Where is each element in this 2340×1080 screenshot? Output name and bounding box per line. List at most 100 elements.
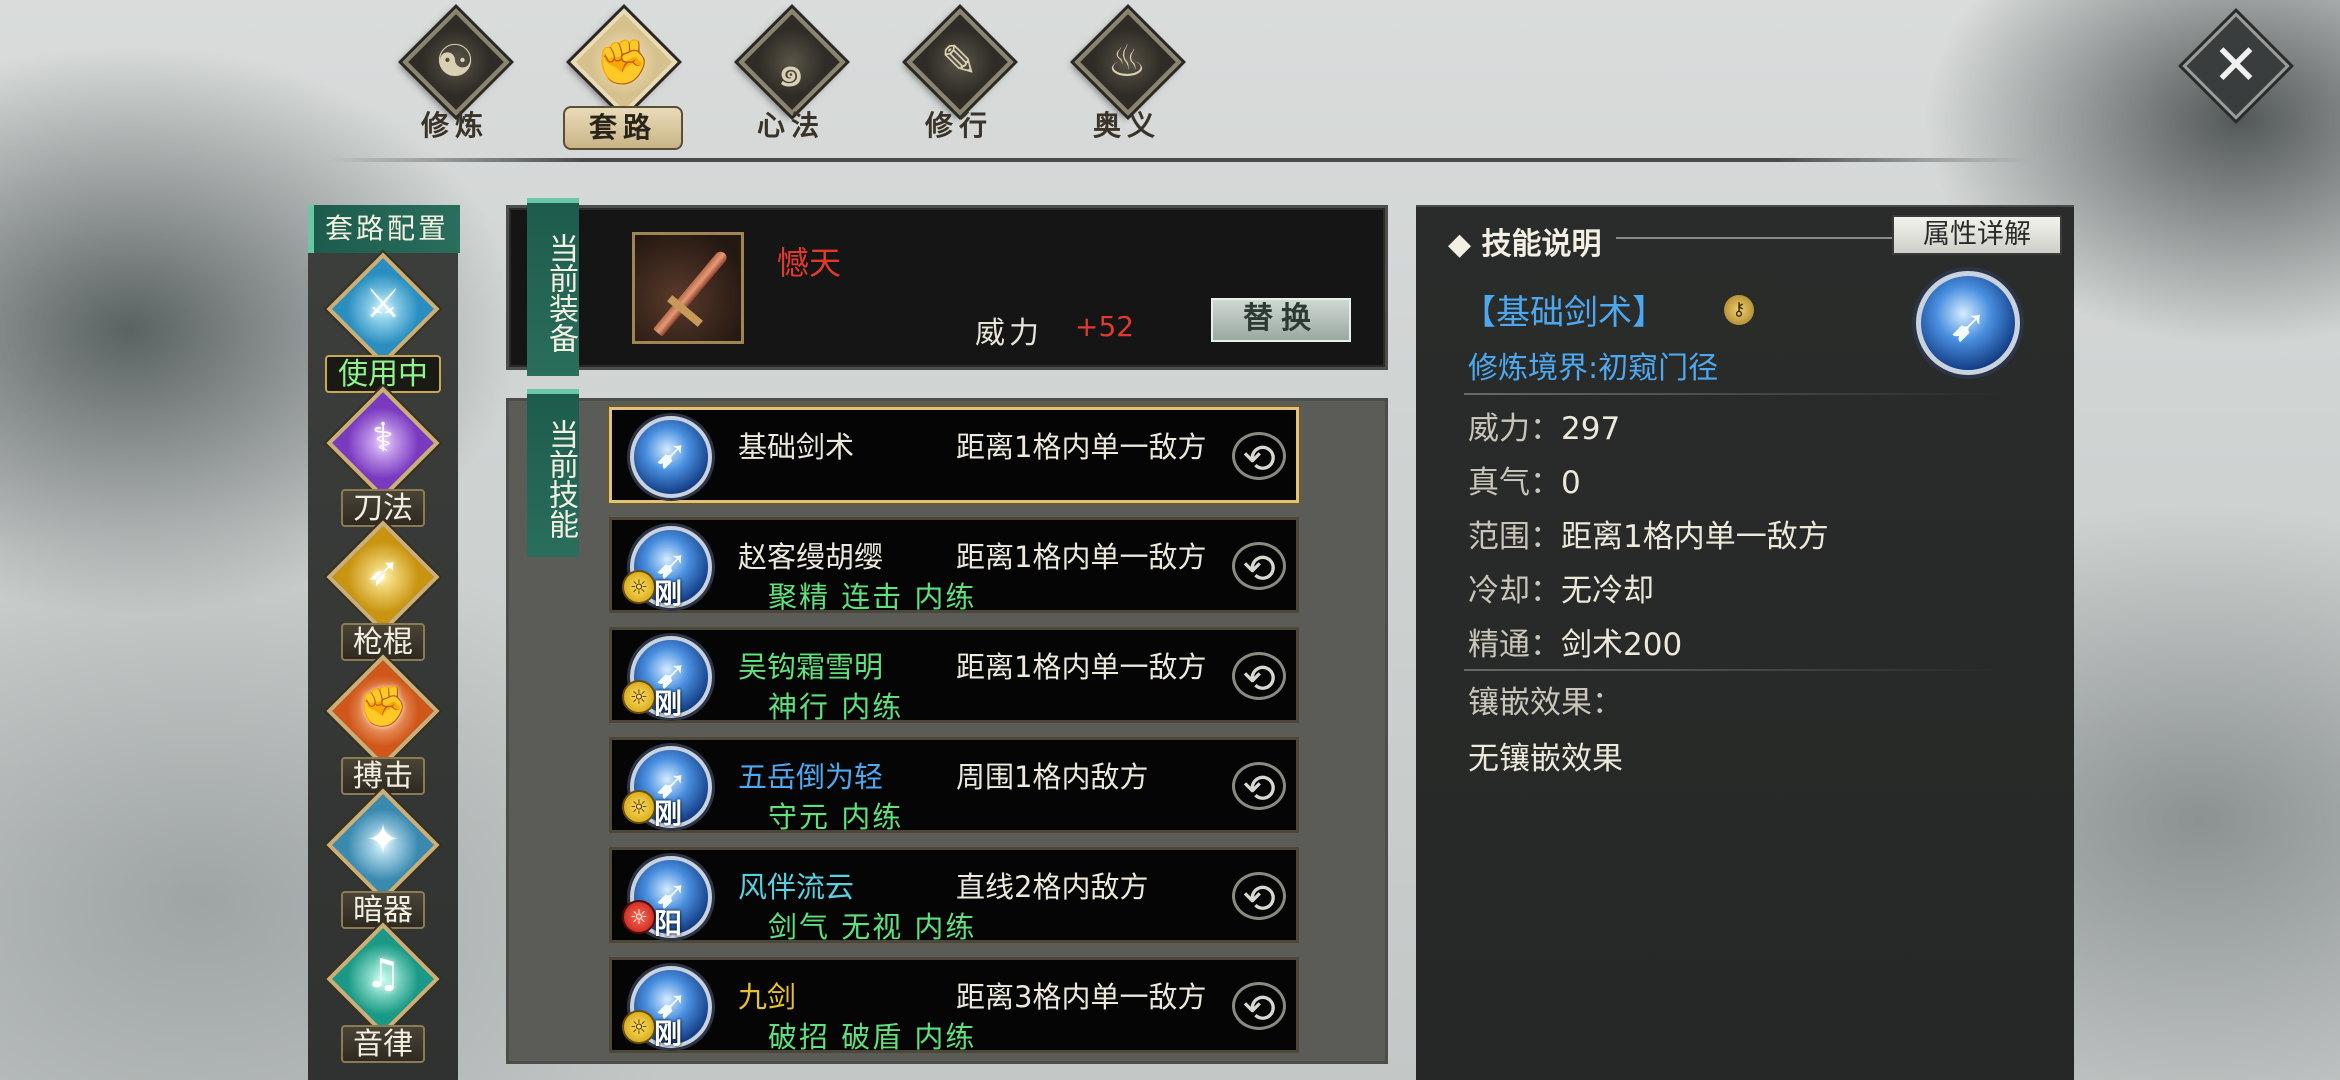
sword-icon <box>652 249 730 337</box>
stat-value: 0 <box>1561 465 1581 501</box>
current-skills-panel: 当前技能 ➹ 基础剑术 距离1格内单一敌方 ⟲ ➹ ☼ 刚 赵客缦胡缨 距离1格… <box>506 389 1388 1064</box>
tab-label: 修行 <box>924 109 993 142</box>
skill-tags: 守元 内练 <box>768 800 904 834</box>
inlay-label: 镶嵌效果： <box>1468 685 1623 721</box>
category-item-spear-staff[interactable]: ➶ 枪棍 <box>308 520 458 661</box>
element-badge-icon: ☼ <box>622 900 656 934</box>
tab-practice[interactable]: ✎ 修行 <box>884 8 1034 150</box>
top-tab-bar: ☯ 修炼 ✊ 套路 ๑ 心法 ✎ 修行 ♨ 奥义 <box>380 8 1220 150</box>
swap-icon[interactable]: ⟲ <box>1232 982 1286 1032</box>
swap-icon[interactable]: ⟲ <box>1232 542 1286 592</box>
element-badge-icon: ☼ <box>622 570 656 604</box>
tab-cultivation[interactable]: ☯ 修炼 <box>380 8 530 150</box>
lock-icon[interactable]: ⚷ <box>1724 295 1754 325</box>
attribute-detail-button[interactable]: 属性详解 <box>1892 215 2062 255</box>
selected-skill-orb: ➹ <box>1916 271 2020 375</box>
skill-attribute: 刚 <box>654 797 683 830</box>
power-label: 威力 <box>975 316 1043 351</box>
lute-icon: ♫ <box>365 951 401 997</box>
skill-description-panel: ◆ 技能说明 属性详解 【基础剑术】 ⚷ ➹ 修炼境界:初窥门径 威力：297 … <box>1416 205 2074 1080</box>
stat-value: 无冷却 <box>1561 573 1654 609</box>
equipment-tab-label: 当前装备 <box>527 198 579 376</box>
tab-label: 奥义 <box>1092 109 1161 142</box>
description-title: ◆ 技能说明 <box>1448 227 1602 262</box>
cultivation-realm: 修炼境界:初窥门径 <box>1468 351 1719 386</box>
skill-row[interactable]: ➹ ☼ 刚 九剑 距离3格内单一敌方 破招 破盾 内练 ⟲ <box>609 957 1299 1054</box>
skill-attribute: 刚 <box>654 577 683 610</box>
fist-icon: ✊ <box>358 684 408 730</box>
skill-row[interactable]: ➹ ☼ 刚 五岳倒为轻 周围1格内敌方 守元 内练 ⟲ <box>609 737 1299 834</box>
element-badge-icon: ☼ <box>622 680 656 714</box>
routine-category-sidebar: 套路配置 ⚔ 使用中 ⚕ 刀法 ➶ 枪棍 ✊ 搏击 ✦ 暗器 ♫ 音律 <box>308 205 460 1080</box>
flame-icon: ♨ <box>1107 36 1147 87</box>
skill-tags: 破招 破盾 内练 <box>768 1020 977 1054</box>
category-item-boxing[interactable]: ✊ 搏击 <box>308 654 458 795</box>
stat-power: 威力：297 <box>1468 403 1620 448</box>
dart-icon: ✦ <box>366 817 400 863</box>
element-badge-icon: ☼ <box>622 1010 656 1044</box>
fist-icon: ✊ <box>595 37 651 88</box>
tab-label: 套路 <box>563 106 683 150</box>
swap-icon[interactable]: ⟲ <box>1232 872 1286 922</box>
tab-routine[interactable]: ✊ 套路 <box>548 8 698 150</box>
sword-icon: ➹ <box>1948 298 1988 352</box>
category-item-hidden-weapon[interactable]: ✦ 暗器 <box>308 788 458 929</box>
skill-row[interactable]: ➹ 基础剑术 距离1格内单一敌方 ⟲ <box>609 407 1299 503</box>
skill-row[interactable]: ➹ ☼ 刚 赵客缦胡缨 距离1格内单一敌方 聚精 连击 内练 ⟲ <box>609 517 1299 614</box>
category-label: 音律 <box>341 1025 425 1063</box>
sword-icon: ⚔ <box>365 281 401 327</box>
weapon-name: 憾天 <box>777 244 842 282</box>
current-equipment-panel: 当前装备 憾天 威力 +52 替换 <box>506 198 1388 376</box>
scroll-icon: ✎ <box>940 36 978 87</box>
stat-key: 范围： <box>1468 519 1561 555</box>
skill-tags: 剑气 无视 内练 <box>768 910 977 944</box>
spear-icon: ➶ <box>366 549 400 595</box>
skill-range: 直线2格内敌方 <box>956 870 1149 904</box>
power-value: +52 <box>1075 310 1135 343</box>
skill-name: 风伴流云 <box>738 870 855 904</box>
stat-value: 剑术200 <box>1561 627 1683 663</box>
category-item-in-use[interactable]: ⚔ 使用中 <box>308 252 458 393</box>
skill-range: 距离1格内单一敌方 <box>956 430 1207 464</box>
swirl-icon: ๑ <box>777 46 805 97</box>
stat-cooldown: 冷却：无冷却 <box>1468 565 1654 610</box>
stat-key: 威力： <box>1468 411 1561 447</box>
skill-name: 赵客缦胡缨 <box>738 540 884 574</box>
skill-range: 距离3格内单一敌方 <box>956 980 1207 1014</box>
swap-icon[interactable]: ⟲ <box>1232 762 1286 812</box>
skill-attribute: 阳 <box>654 907 683 940</box>
stat-key: 精通： <box>1468 627 1561 663</box>
skill-row[interactable]: ➹ ☼ 阳 风伴流云 直线2格内敌方 剑气 无视 内练 ⟲ <box>609 847 1299 944</box>
sword-icon: ➹ <box>654 432 688 478</box>
selected-skill-name: 【基础剑术】 <box>1462 293 1666 333</box>
blade-icon: ⚕ <box>372 415 394 461</box>
swap-icon[interactable]: ⟲ <box>1232 432 1286 482</box>
replace-button[interactable]: 替换 <box>1211 298 1351 342</box>
inlay-value: 无镶嵌效果 <box>1468 741 1623 777</box>
skill-range: 周围1格内敌方 <box>956 760 1149 794</box>
skills-tab-label: 当前技能 <box>527 389 579 557</box>
skill-name: 基础剑术 <box>738 430 855 464</box>
skill-row[interactable]: ➹ ☼ 刚 吴钩霜雪明 距离1格内单一敌方 神行 内练 ⟲ <box>609 627 1299 724</box>
weapon-slot[interactable] <box>632 232 744 344</box>
skill-name: 五岳倒为轻 <box>738 760 884 794</box>
category-item-saber[interactable]: ⚕ 刀法 <box>308 386 458 527</box>
skill-range: 距离1格内单一敌方 <box>956 540 1207 574</box>
stat-mastery: 精通：剑术200 <box>1468 619 1682 664</box>
tab-esoterica[interactable]: ♨ 奥义 <box>1052 8 1202 150</box>
category-item-music[interactable]: ♫ 音律 <box>308 922 458 1063</box>
category-header: 套路配置 <box>308 205 460 253</box>
element-badge-icon: ☼ <box>622 790 656 824</box>
stat-key: 冷却： <box>1468 573 1561 609</box>
skill-attribute: 刚 <box>654 1017 683 1050</box>
stat-qi: 真气：0 <box>1468 457 1581 502</box>
top-divider <box>330 158 2030 162</box>
skill-range: 距离1格内单一敌方 <box>956 650 1207 684</box>
swap-icon[interactable]: ⟲ <box>1232 652 1286 702</box>
skill-name: 吴钩霜雪明 <box>738 650 884 684</box>
tab-mind-method[interactable]: ๑ 心法 <box>716 8 866 150</box>
close-button[interactable]: ✕ <box>2182 12 2290 120</box>
stat-value: 距离1格内单一敌方 <box>1561 519 1829 555</box>
stat-key: 真气： <box>1468 465 1561 501</box>
tab-label: 修炼 <box>420 109 489 142</box>
